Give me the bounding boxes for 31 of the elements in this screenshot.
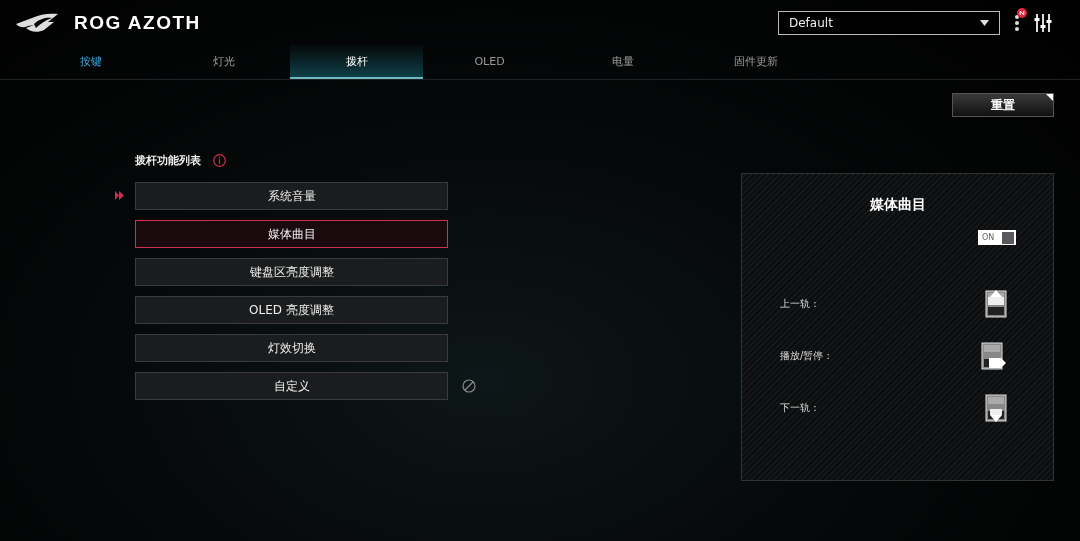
on-toggle[interactable]: ON bbox=[978, 230, 1016, 245]
function-item[interactable]: 媒体曲目 bbox=[135, 220, 448, 248]
function-item[interactable]: 灯效切换 bbox=[135, 334, 448, 362]
list-title: 拨杆功能列表 bbox=[135, 153, 201, 168]
caret-icon bbox=[980, 19, 989, 26]
reset-button[interactable]: 重置 bbox=[952, 93, 1054, 117]
action-label: 播放/暂停 : bbox=[780, 349, 830, 363]
function-item[interactable]: 键盘区亮度调整 bbox=[135, 258, 448, 286]
function-item[interactable]: OLED 亮度调整 bbox=[135, 296, 448, 324]
function-item[interactable]: 自定义 bbox=[135, 372, 448, 400]
tab[interactable]: 按键 bbox=[24, 45, 157, 79]
lever-down-icon bbox=[985, 394, 1007, 422]
tab[interactable]: 电量 bbox=[556, 45, 689, 79]
profile-dropdown[interactable]: Default bbox=[778, 10, 1000, 35]
action-label: 上一轨 : bbox=[780, 297, 817, 311]
app-title: ROG AZOTH bbox=[74, 11, 201, 34]
info-icon[interactable] bbox=[213, 154, 226, 167]
tab[interactable]: 固件更新 bbox=[689, 45, 822, 79]
more-icon[interactable] bbox=[1014, 13, 1020, 32]
clear-icon[interactable] bbox=[462, 379, 476, 393]
action-label: 下一轨 : bbox=[780, 401, 817, 415]
function-item[interactable]: 系统音量 bbox=[135, 182, 448, 210]
lever-up-icon bbox=[985, 290, 1007, 318]
notification-badge-icon bbox=[1017, 7, 1027, 18]
tab[interactable]: 拨杆 bbox=[290, 45, 423, 79]
tab[interactable]: OLED bbox=[423, 45, 556, 79]
equalizer-icon[interactable] bbox=[1034, 12, 1052, 33]
logo-icon bbox=[14, 11, 60, 34]
tab[interactable]: 灯光 bbox=[157, 45, 290, 79]
lever-press-icon bbox=[981, 342, 1007, 370]
panel-title: 媒体曲目 bbox=[869, 196, 926, 214]
